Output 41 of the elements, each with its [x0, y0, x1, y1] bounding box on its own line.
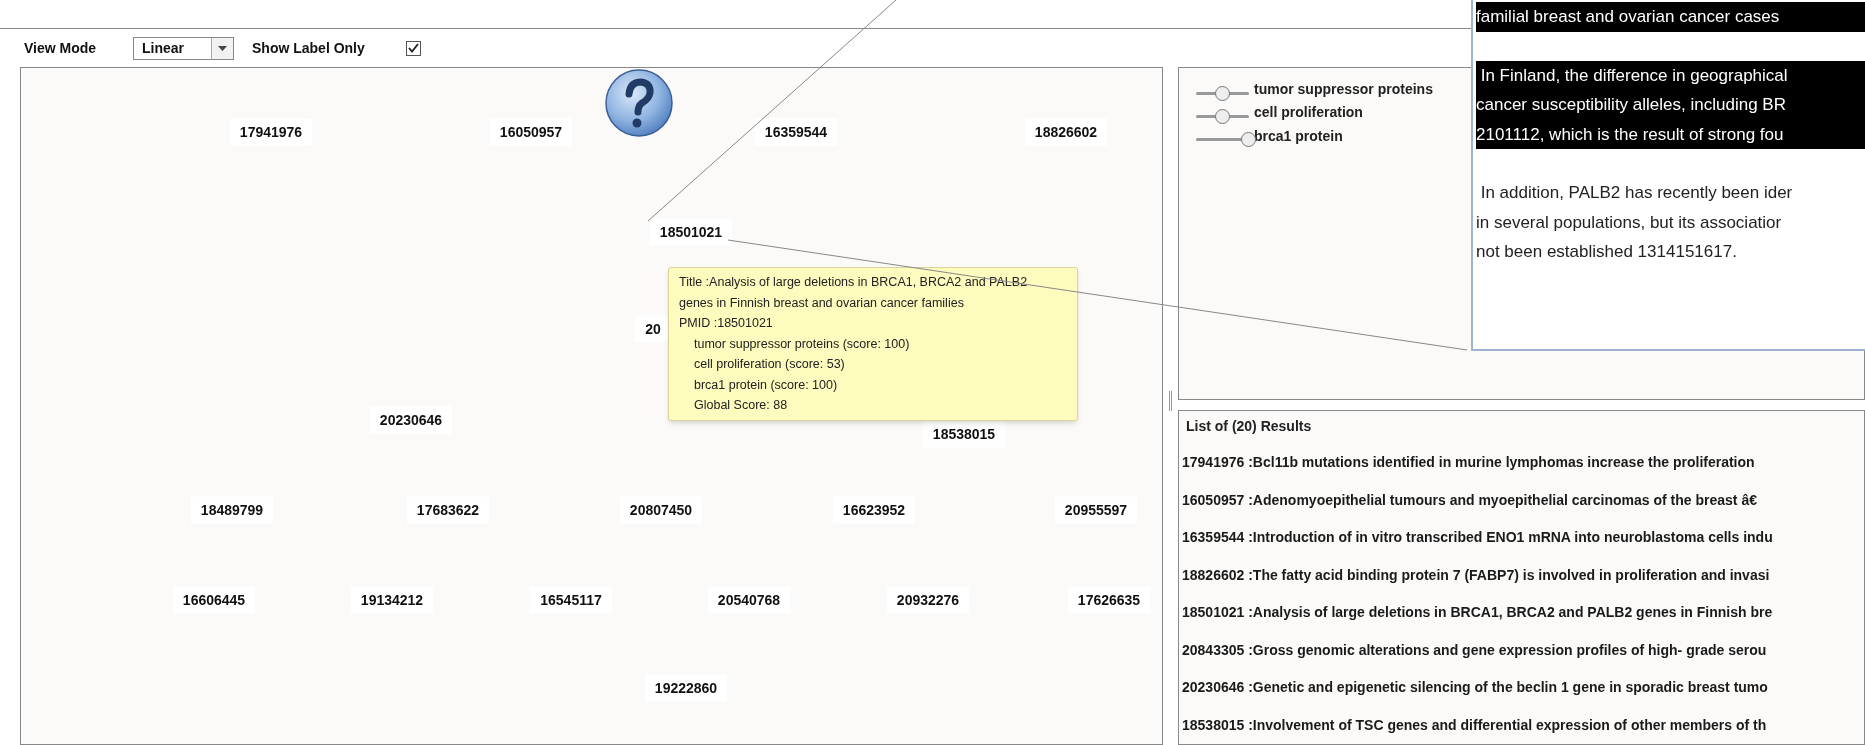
tooltip-pmid: PMID :18501021 — [679, 315, 774, 332]
node-label[interactable]: 16050957 — [489, 118, 573, 146]
tooltip-score: tumor suppressor proteins (score: 100) — [693, 335, 911, 353]
node-label[interactable]: 20230646 — [369, 406, 453, 434]
node-label[interactable]: 16359544 — [754, 118, 838, 146]
results-title: List of (20) Results — [1185, 417, 1313, 436]
tooltip-score: cell proliferation (score: 53) — [693, 356, 846, 373]
node-label[interactable]: 20 — [635, 315, 671, 343]
show-label-only-label: Show Label Only — [252, 38, 366, 58]
keyword-label: brca1 protein — [1254, 127, 1343, 146]
tooltip-score: brca1 protein (score: 100) — [693, 376, 839, 394]
node-label[interactable]: 18826602 — [1024, 118, 1108, 146]
result-item[interactable]: 16359544 :Introduction of in vitro transcribed ENO1 mRNA into neuroblastoma cells indu — [1182, 519, 1864, 557]
node-label[interactable]: 16606445 — [172, 586, 256, 614]
node-label[interactable]: 18489799 — [190, 496, 274, 524]
keyword-label: cell proliferation — [1254, 103, 1363, 122]
result-item[interactable]: 17941976 :Bcl11b mutations identified in murine lymphomas increase the proliferation — [1182, 444, 1864, 482]
node-label[interactable]: 18501021 — [649, 218, 733, 246]
node-label[interactable]: 20955597 — [1054, 496, 1138, 524]
node-label[interactable]: 19134212 — [350, 586, 434, 614]
view-mode-dropdown[interactable]: Linear — [133, 36, 234, 60]
tooltip-global-score: Global Score: 88 — [693, 397, 789, 414]
node-label[interactable]: 16545117 — [530, 586, 612, 614]
result-item[interactable]: 20843305 :Gross genomic alterations and gene expression profiles of high- grade serou — [1182, 631, 1864, 669]
node-label[interactable]: 17941976 — [229, 118, 313, 146]
node-label[interactable]: 20932276 — [886, 586, 970, 614]
result-item[interactable]: 16050957 :Adenomyoepithelial tumours and myoepithelial carcinomas of the breast â€ — [1182, 481, 1864, 519]
view-mode-label: View Mode — [24, 38, 98, 58]
result-item[interactable]: 20230646 :Genetic and epigenetic silencing of the beclin 1 gene in sporadic breast tumo — [1182, 669, 1864, 707]
node-label[interactable]: 20540768 — [707, 586, 791, 614]
keyword-label: tumor suppressor proteins — [1254, 80, 1433, 99]
node-label[interactable]: 17683622 — [406, 496, 490, 524]
result-item[interactable]: 18826602 :The fatty acid binding protein 7 (FABP7) is involved in proliferation and invasi — [1182, 556, 1864, 594]
node-label[interactable]: 19222860 — [644, 674, 728, 702]
tooltip-title: Title :Analysis of large deletions in BRCA1, BRCA2 and PALB2 genes in Finnish breast and ovarian cancer families — [679, 274, 1029, 312]
result-item[interactable]: 18501021 :Analysis of large deletions in BRCA1, BRCA2 and PALB2 genes in Finnish bre — [1182, 594, 1864, 632]
node-label[interactable]: 20807450 — [619, 496, 703, 524]
node-label[interactable]: 17626635 — [1067, 586, 1151, 614]
node-label[interactable]: 16623952 — [832, 496, 916, 524]
result-item[interactable]: 18538015 :Involvement of TSC genes and differential expression of other members of th — [1182, 706, 1864, 744]
node-label[interactable]: 18538015 — [922, 420, 1006, 448]
